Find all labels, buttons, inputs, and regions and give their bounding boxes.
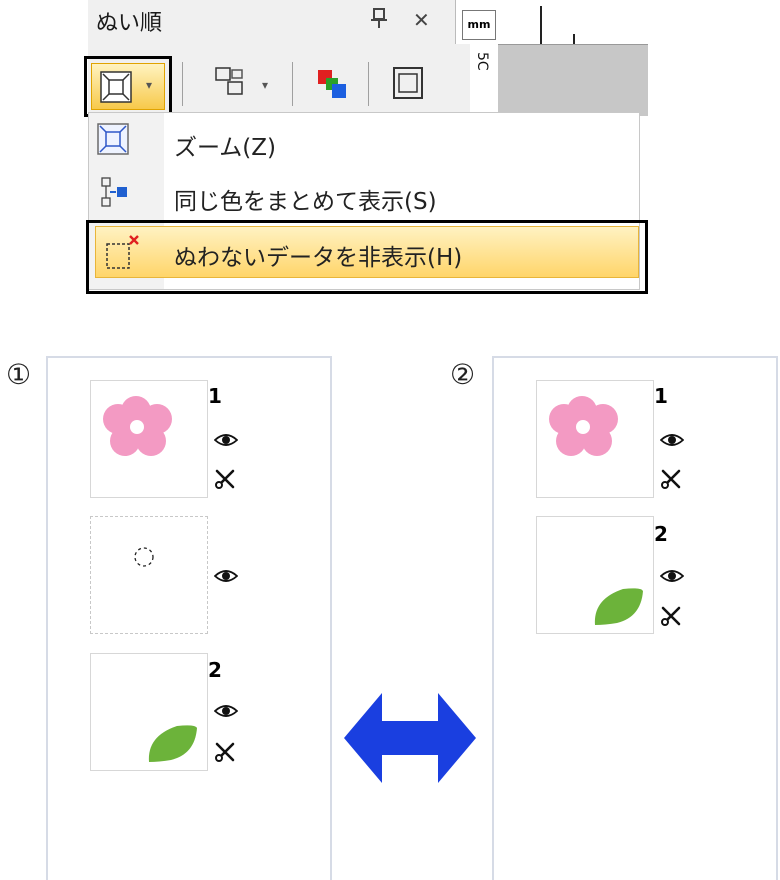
needle-icon[interactable]	[660, 468, 682, 490]
hide-unsewn-highlight-frame	[86, 220, 648, 294]
menu-item-group-color[interactable]	[100, 176, 130, 214]
step-number: 1	[208, 384, 222, 408]
thumbnail-leaf[interactable]	[536, 516, 654, 634]
step-number: 2	[208, 658, 222, 682]
eye-icon[interactable]	[214, 703, 238, 719]
green-leaf-icon	[148, 725, 197, 762]
menu-item-zoom[interactable]	[96, 122, 130, 160]
menu-item-zoom-label[interactable]: ズーム(Z)	[174, 128, 276, 162]
frame-icon[interactable]	[390, 66, 426, 100]
needle-icon[interactable]	[660, 605, 682, 627]
eye-icon[interactable]	[660, 432, 684, 448]
pink-flower-icon	[549, 396, 618, 456]
canvas-area	[498, 44, 648, 116]
panel-title: ぬい順	[96, 11, 163, 36]
zoom-frame-icon	[97, 123, 129, 155]
close-icon[interactable]: ✕	[413, 10, 430, 30]
unsewn-circle-icon	[134, 547, 154, 567]
group-view-icon[interactable]	[214, 66, 250, 100]
marker-2: ②	[450, 358, 476, 391]
menu-item-group-color-label[interactable]: 同じ色をまとめて表示(S)	[174, 182, 437, 216]
toolbar-separator	[182, 62, 183, 106]
needle-icon[interactable]	[214, 468, 236, 490]
ruler-number: 5C	[474, 52, 490, 71]
thumbnail-flower[interactable]	[90, 380, 208, 498]
eye-icon[interactable]	[214, 568, 238, 584]
zoom-button-highlight-frame	[84, 56, 172, 117]
double-arrow-icon	[344, 693, 476, 783]
sew-order-list-after: 1 2	[492, 356, 778, 880]
toolbar-separator	[368, 62, 369, 106]
thumbnail-flower[interactable]	[536, 380, 654, 498]
step-number: 2	[654, 522, 668, 546]
group-color-icon	[101, 177, 127, 207]
color-order-icon[interactable]	[314, 66, 350, 100]
toolbar-separator	[292, 62, 293, 106]
green-leaf-icon	[594, 588, 643, 625]
step-number: 1	[654, 384, 668, 408]
pin-icon[interactable]	[369, 6, 389, 30]
ruler-unit-label: mm	[462, 10, 496, 40]
chevron-down-icon[interactable]: ▾	[262, 78, 268, 92]
sew-order-list-before: 1 2	[46, 356, 332, 880]
thumbnail-leaf[interactable]	[90, 653, 208, 771]
thumbnail-unsewn[interactable]	[90, 516, 208, 634]
needle-icon[interactable]	[214, 741, 236, 763]
marker-1: ①	[6, 358, 32, 391]
eye-icon[interactable]	[660, 568, 684, 584]
pink-flower-icon	[103, 396, 172, 456]
eye-icon[interactable]	[214, 432, 238, 448]
